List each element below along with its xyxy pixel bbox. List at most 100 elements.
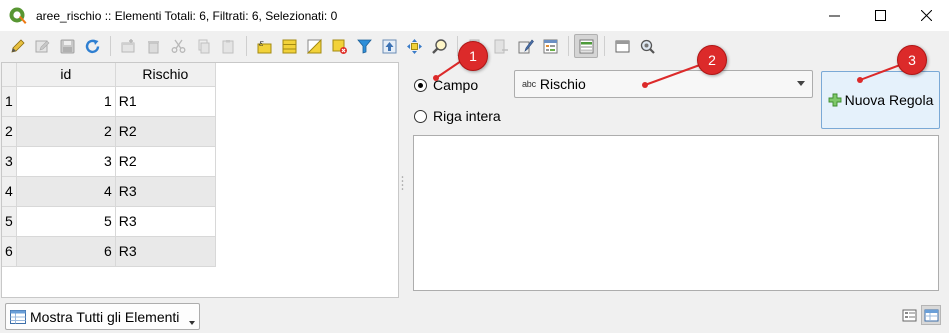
minimize-icon: [828, 15, 840, 17]
zoom-to-selection-button[interactable]: [427, 34, 451, 58]
maximize-button[interactable]: [857, 0, 903, 31]
string-type-badge: abc: [522, 79, 536, 89]
new-rule-label: Nuova Regola: [844, 92, 934, 108]
cell-id[interactable]: 3: [16, 146, 116, 177]
zoom-to-selection-icon: [431, 38, 447, 54]
row-number[interactable]: 4: [2, 176, 17, 207]
cut-button[interactable]: [166, 34, 190, 58]
row-number[interactable]: 1: [2, 86, 17, 117]
actions-button[interactable]: [635, 34, 659, 58]
table-header-row: id Rischio: [2, 63, 216, 87]
toggle-edit-button[interactable]: [5, 34, 29, 58]
delete-field-icon: [494, 39, 508, 53]
table-row[interactable]: 4 4 R3: [2, 176, 216, 207]
table-row[interactable]: 1 1 R1: [2, 86, 216, 117]
move-selection-top-button[interactable]: [377, 34, 401, 58]
field-select-value: Rischio: [539, 76, 586, 92]
dock-attribute-table-icon: [615, 40, 629, 52]
cell-rischio[interactable]: R3: [115, 236, 216, 267]
menu-arrow-icon: [189, 321, 195, 325]
callout-marker: 1: [458, 41, 488, 71]
conditional-formatting-button[interactable]: [538, 34, 562, 58]
toolbar-separator: [246, 36, 247, 56]
table-view-button[interactable]: [921, 305, 941, 325]
table-row[interactable]: 6 6 R3: [2, 236, 216, 267]
maximize-icon: [874, 10, 886, 21]
add-feature-icon: [121, 38, 134, 52]
toolbar-separator: [604, 36, 605, 56]
new-rule-button[interactable]: Nuova Regola: [821, 71, 940, 129]
delete-feature-button[interactable]: [141, 34, 165, 58]
paste-button[interactable]: [216, 34, 240, 58]
callout-marker: 2: [697, 45, 727, 75]
copy-icon: [198, 39, 209, 53]
select-expression-icon: ε: [257, 39, 271, 53]
delete-feature-icon: [147, 40, 159, 53]
field-select[interactable]: abc Rischio: [514, 70, 813, 98]
qgis-icon: [9, 7, 27, 24]
rules-list[interactable]: [413, 135, 939, 291]
table-row[interactable]: 5 5 R3: [2, 206, 216, 237]
reload-button[interactable]: [80, 34, 104, 58]
filter-icon: [356, 39, 372, 54]
delete-field-button[interactable]: [488, 34, 512, 58]
close-button[interactable]: [903, 0, 949, 31]
column-header-id[interactable]: id: [16, 63, 116, 87]
callout-marker: 3: [897, 45, 927, 75]
add-feature-button[interactable]: [116, 34, 140, 58]
cell-id[interactable]: 4: [16, 176, 116, 207]
radio-button-checked[interactable]: [414, 78, 427, 92]
attribute-table-grid: id Rischio 1 1 R1 2 2 R2 3 3 R2 4 4 R3 5…: [2, 63, 216, 267]
dock-attribute-table-button[interactable]: [610, 34, 634, 58]
multi-edit-button[interactable]: [30, 34, 54, 58]
conditional-formatting-icon: [543, 39, 557, 53]
cell-id[interactable]: 1: [16, 86, 116, 117]
move-selection-top-icon: [382, 39, 396, 53]
close-icon: [920, 10, 932, 21]
panel-splitter-handle[interactable]: [401, 175, 404, 191]
table-row[interactable]: 3 3 R2: [2, 146, 216, 177]
cell-rischio[interactable]: R3: [115, 176, 216, 207]
table-row[interactable]: 2 2 R2: [2, 116, 216, 147]
radio-button-unchecked[interactable]: [414, 109, 427, 123]
row-number[interactable]: 2: [2, 116, 17, 147]
minimize-button[interactable]: [811, 0, 857, 31]
field-calculator-button[interactable]: [513, 34, 537, 58]
radio-full-row[interactable]: Riga intera: [414, 108, 501, 124]
paste-icon: [222, 39, 233, 53]
invert-selection-button[interactable]: [302, 34, 326, 58]
window-title: aree_rischio :: Elementi Totali: 6, Filt…: [36, 8, 338, 23]
row-number[interactable]: 3: [2, 146, 17, 177]
corner-header[interactable]: [2, 63, 17, 87]
cell-id[interactable]: 5: [16, 206, 116, 237]
pencil-toggle-edit-icon: [10, 38, 25, 53]
cell-rischio[interactable]: R3: [115, 206, 216, 237]
column-header-rischio[interactable]: Rischio: [115, 63, 216, 87]
save-edits-button[interactable]: [55, 34, 79, 58]
show-all-features-button[interactable]: Mostra Tutti gli Elementi: [5, 303, 200, 330]
chevron-down-icon: [797, 81, 805, 86]
radio-field[interactable]: Campo: [414, 77, 478, 93]
save-edits-icon: [60, 39, 74, 53]
attribute-table[interactable]: id Rischio 1 1 R1 2 2 R2 3 3 R2 4 4 R3 5…: [1, 62, 399, 298]
cell-rischio[interactable]: R2: [115, 116, 216, 147]
cell-rischio[interactable]: R2: [115, 146, 216, 177]
cell-rischio[interactable]: R1: [115, 86, 216, 117]
conditional-formatting-panel-icon: [579, 39, 593, 53]
filter-button[interactable]: [352, 34, 376, 58]
row-number[interactable]: 6: [2, 236, 17, 267]
title-bar: aree_rischio :: Elementi Totali: 6, Filt…: [0, 0, 949, 31]
select-all-button[interactable]: [277, 34, 301, 58]
deselect-all-button[interactable]: [327, 34, 351, 58]
pan-to-selection-icon: [406, 38, 422, 54]
row-number[interactable]: 5: [2, 206, 17, 237]
toolbar-separator: [110, 36, 111, 56]
cell-id[interactable]: 6: [16, 236, 116, 267]
form-view-button[interactable]: [899, 305, 919, 325]
cell-id[interactable]: 2: [16, 116, 116, 147]
copy-button[interactable]: [191, 34, 215, 58]
conditional-formatting-toggle-button[interactable]: [574, 34, 598, 58]
pan-to-selection-button[interactable]: [402, 34, 426, 58]
radio-row-label: Riga intera: [433, 108, 501, 124]
select-expression-button[interactable]: ε: [252, 34, 276, 58]
